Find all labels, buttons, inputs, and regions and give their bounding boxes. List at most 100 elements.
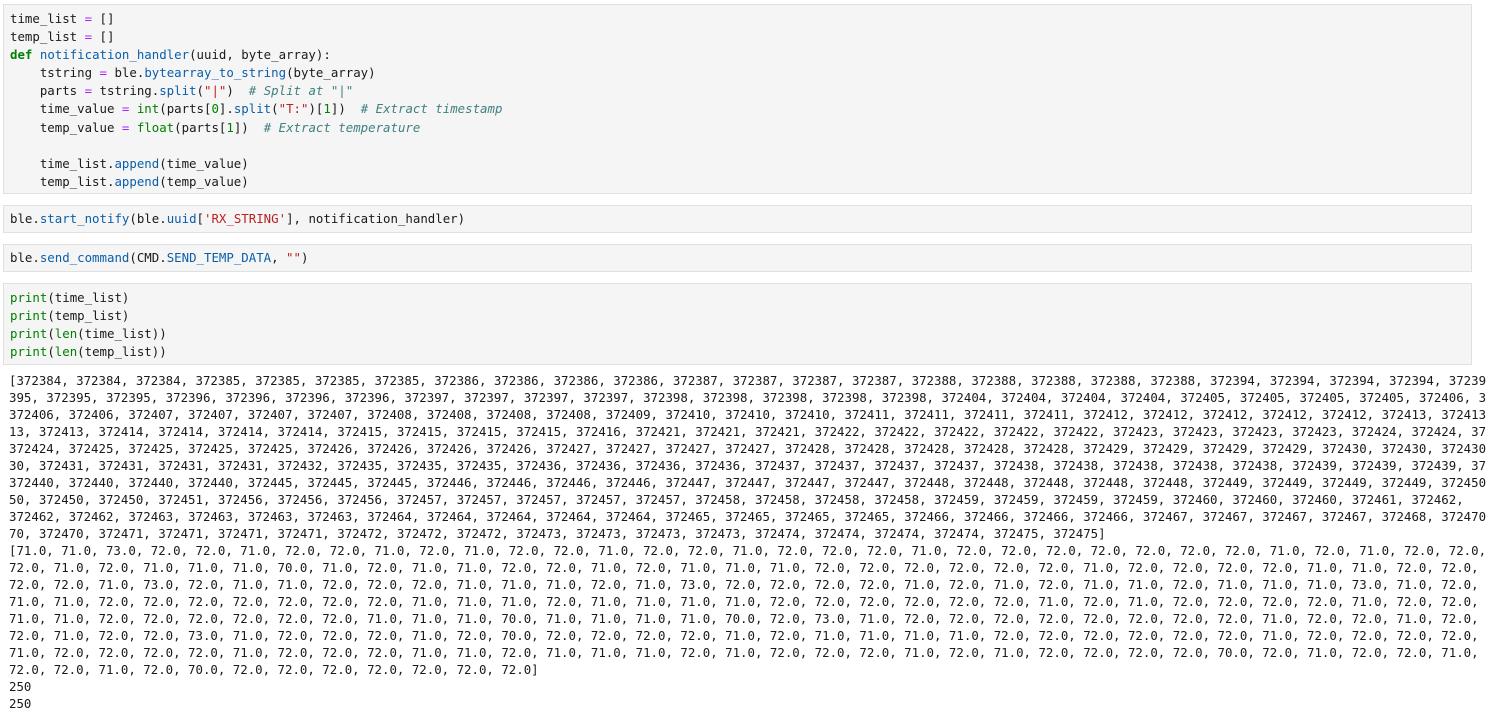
code-line: time_value = int(parts[0].split("T:")[1]… (10, 100, 1471, 118)
code-token: ( (271, 101, 279, 117)
output-line: 395, 372395, 372395, 372396, 372396, 372… (9, 390, 1486, 405)
output-line: 72.0, 72.0, 71.0, 73.0, 72.0, 71.0, 71.0… (9, 577, 1486, 592)
code-token: = (84, 11, 93, 26)
code-token: len (54, 344, 78, 360)
code-token: # Extract timestamp (360, 101, 503, 117)
code-token: = (99, 65, 107, 81)
output-line: [71.0, 71.0, 73.0, 72.0, 72.0, 71.0, 72.… (9, 543, 1486, 558)
code-token: append (114, 173, 160, 189)
code-line: temp_value = float(parts[1]) # Extract t… (10, 119, 1471, 137)
code-token: ble. (10, 250, 40, 265)
code-editor[interactable]: print(time_list) print(temp_list) print(le… (4, 289, 1471, 361)
code-token: def (10, 47, 33, 63)
code-token: 1 (226, 119, 234, 135)
output-line: 50, 372450, 372450, 372451, 372456, 3724… (9, 492, 1464, 507)
code-editor[interactable]: ble.send_command(CMD.SEND_TEMP_DATA, "") (4, 249, 1471, 267)
output-line: [372384, 372384, 372384, 372385, 372385,… (9, 373, 1486, 388)
code-token: 0 (211, 101, 219, 117)
code-line: ble.start_notify(ble.uuid['RX_STRING'], … (10, 210, 1471, 228)
code-cell-start-notify[interactable]: ble.start_notify(ble.uuid['RX_STRING'], … (3, 205, 1472, 233)
code-token: (parts[ (159, 101, 212, 117)
code-token: 'RX_STRING' (204, 211, 287, 226)
code-token: "" (286, 250, 301, 265)
code-token: # Extract temperature (263, 119, 421, 135)
code-token: tstring (10, 65, 100, 81)
code-token: (time_list) (47, 290, 130, 305)
code-line: parts = tstring.split("|") # Split at "|… (10, 82, 1471, 100)
code-token: [ (196, 211, 204, 226)
output-line: 30, 372431, 372431, 372431, 372431, 3724… (9, 458, 1486, 473)
code-line: print(len(temp_list)) (10, 343, 1471, 361)
code-token: send_command (39, 250, 130, 265)
code-token: time_value (10, 101, 122, 117)
code-token: [] (92, 29, 115, 45)
code-token: ) (300, 250, 309, 265)
code-token: (time_value) (159, 155, 249, 171)
code-cell-notification-handler[interactable]: time_list = [] temp_list = [] def notifica… (3, 4, 1472, 194)
output-line: 13, 372413, 372414, 372414, 372414, 3724… (9, 424, 1486, 439)
code-line: def notification_handler(uuid, byte_arra… (10, 46, 1471, 64)
code-token: temp_list (10, 29, 85, 45)
code-token: ], notification_handler) (286, 211, 466, 226)
code-token: temp_value (10, 119, 122, 135)
code-line (10, 137, 1471, 155)
code-token: float (136, 119, 175, 135)
code-token: ble. (107, 65, 145, 81)
code-token: , (271, 250, 287, 265)
code-token: [] (92, 11, 115, 26)
code-token: temp_list. (10, 173, 115, 189)
code-token: ]) (330, 101, 361, 117)
code-token: uuid (166, 211, 197, 226)
code-line: print(len(time_list)) (10, 325, 1471, 343)
code-token: split (233, 101, 272, 117)
code-token: parts (10, 83, 85, 99)
code-token: SEND_TEMP_DATA (166, 250, 272, 265)
code-token: split (159, 83, 197, 99)
code-token: (uuid, byte_array): (189, 47, 331, 63)
code-token: 1 (323, 101, 331, 117)
code-token: ( (196, 83, 204, 99)
code-token: (temp_value) (159, 173, 249, 189)
output-line: 372406, 372406, 372407, 372407, 372407, … (9, 407, 1486, 422)
output-line: 250 (9, 679, 32, 694)
code-token: ( (47, 344, 55, 360)
code-cell-print[interactable]: print(time_list) print(temp_list) print(le… (3, 283, 1472, 365)
code-token: (temp_list)) (77, 344, 167, 360)
code-token: tstring. (92, 83, 160, 99)
output-line: 372440, 372440, 372440, 372440, 372445, … (9, 475, 1486, 490)
code-line: print(temp_list) (10, 307, 1471, 325)
code-token: print (10, 326, 48, 342)
code-token: (byte_array) (286, 65, 376, 81)
code-token: (ble. (129, 211, 167, 226)
code-token: (temp_list) (47, 308, 130, 324)
code-token: ]) (233, 119, 264, 135)
output-line: 72.0, 71.0, 72.0, 72.0, 73.0, 71.0, 72.0… (9, 628, 1486, 643)
code-token: ( (47, 326, 55, 342)
code-token: print (10, 290, 48, 305)
code-editor[interactable]: ble.start_notify(ble.uuid['RX_STRING'], … (4, 210, 1471, 228)
code-token: append (114, 155, 160, 171)
code-token: # Split at "|" (248, 83, 354, 99)
output-line: 372424, 372425, 372425, 372425, 372425, … (9, 441, 1486, 456)
code-token: print (10, 344, 48, 360)
code-editor[interactable]: time_list = [] temp_list = [] def notifica… (4, 10, 1471, 191)
code-line: time_list = [] (10, 10, 1471, 28)
output-line: 72.0, 71.0, 72.0, 71.0, 71.0, 71.0, 70.0… (9, 560, 1486, 575)
code-token: = (84, 29, 93, 45)
code-line: tstring = ble.bytearray_to_string(byte_a… (10, 64, 1471, 82)
code-line: ble.send_command(CMD.SEND_TEMP_DATA, "") (10, 249, 1471, 267)
output-line: 250 (9, 696, 32, 711)
code-token: notification_handler (39, 47, 190, 63)
code-cell-send-command[interactable]: ble.send_command(CMD.SEND_TEMP_DATA, "") (3, 244, 1472, 272)
output-line: 71.0, 71.0, 72.0, 72.0, 72.0, 72.0, 72.0… (9, 611, 1486, 626)
code-line: temp_list = [] (10, 28, 1471, 46)
code-token: "|" (204, 83, 227, 99)
code-token: print (10, 308, 48, 324)
code-token: (parts[ (174, 119, 227, 135)
code-token: ble. (10, 211, 40, 226)
code-token: bytearray_to_string (144, 65, 287, 81)
